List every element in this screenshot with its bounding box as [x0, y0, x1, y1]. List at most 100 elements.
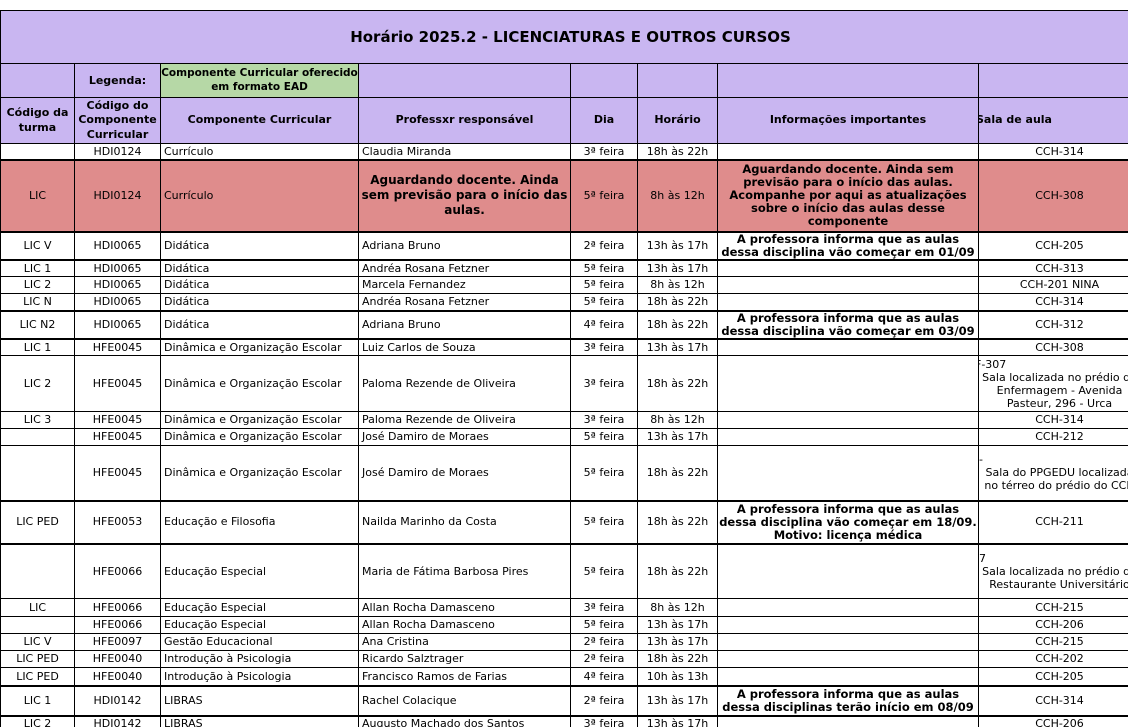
- cell-dia: 3ª feira: [571, 716, 638, 727]
- cell-sala: CCH-205: [979, 232, 1128, 260]
- cell-horario: 8h às 12h: [638, 160, 718, 232]
- cell-info: A professora informa que as aulas dessa …: [718, 232, 979, 260]
- cell-professor: Augusto Machado dos Santos: [359, 716, 571, 727]
- cell-sala: CCH-308: [979, 160, 1128, 232]
- cell-professor: José Damiro de Moraes: [359, 429, 571, 446]
- cell-turma: LIC 2: [1, 356, 75, 412]
- cell-dia: 5ª feira: [571, 160, 638, 232]
- cell-turma: LIC 1: [1, 260, 75, 277]
- cell-codigo: HFE0097: [75, 634, 161, 651]
- cell-professor: José Damiro de Moraes: [359, 446, 571, 501]
- cell-horario: 8h às 12h: [638, 277, 718, 294]
- cell-professor: Paloma Rezende de Oliveira: [359, 356, 571, 412]
- cell-dia: 5ª feira: [571, 260, 638, 277]
- cell-codigo: HFE0045: [75, 429, 161, 446]
- cell-componente: Currículo: [161, 144, 359, 160]
- sala-line: CCH-212: [979, 430, 1128, 443]
- cell-info: [718, 716, 979, 727]
- cell-turma: LIC: [1, 599, 75, 617]
- cell-horario: 18h às 22h: [638, 144, 718, 160]
- cell-horario: 18h às 22h: [638, 311, 718, 339]
- cell-componente: Dinâmica e Organização Escolar: [161, 356, 359, 412]
- cell-dia: 5ª feira: [571, 429, 638, 446]
- cell-horario: 13h às 17h: [638, 686, 718, 716]
- cell-codigo: HDI0124: [75, 160, 161, 232]
- sala-line: CCH-312: [979, 318, 1128, 331]
- table-row: LIC 1HDI0142LIBRASRachel Colacique2ª fei…: [1, 686, 1128, 716]
- cell-turma: LIC PED: [1, 668, 75, 686]
- cell-horario: 13h às 17h: [638, 232, 718, 260]
- column-header-professor: Professxr responsável: [359, 98, 571, 144]
- cell-dia: 3ª feira: [571, 599, 638, 617]
- cell-sala: CCH-312: [979, 311, 1128, 339]
- cell-professor: Andréa Rosana Fetzner: [359, 260, 571, 277]
- cell-codigo: HDI0065: [75, 311, 161, 339]
- cell-professor: Adriana Bruno: [359, 232, 571, 260]
- legend-ead-note: Componente Curricular oferecido em forma…: [161, 64, 359, 98]
- column-header-informacoes: Informações importantes: [718, 98, 979, 144]
- cell-info: [718, 599, 979, 617]
- cell-codigo: HFE0045: [75, 446, 161, 501]
- cell-codigo: HDI0065: [75, 260, 161, 277]
- cell-dia: 2ª feira: [571, 686, 638, 716]
- cell-horario: 18h às 22h: [638, 356, 718, 412]
- cell-info: [718, 668, 979, 686]
- table-row: LIC PEDHFE0040Introdução à PsicologiaRic…: [1, 651, 1128, 668]
- cell-info: [718, 294, 979, 311]
- cell-info: [718, 339, 979, 356]
- cell-codigo: HDI0124: [75, 144, 161, 160]
- cell-dia: 2ª feira: [571, 634, 638, 651]
- sala-line: F-307: [979, 358, 1128, 371]
- cell-turma: LIC PED: [1, 651, 75, 668]
- table-row: LICHDI0124CurrículoAguardando docente. A…: [1, 160, 1128, 232]
- cell-turma: [1, 544, 75, 599]
- legend-empty-cell: [571, 64, 638, 98]
- cell-horario: 8h às 12h: [638, 412, 718, 429]
- cell-componente: Introdução à Psicologia: [161, 668, 359, 686]
- cell-turma: LIC 2: [1, 277, 75, 294]
- cell-codigo: HFE0045: [75, 412, 161, 429]
- cell-turma: LIC N2: [1, 311, 75, 339]
- cell-sala: CCH-202: [979, 651, 1128, 668]
- cell-horario: 18h às 22h: [638, 446, 718, 501]
- cell-info: A professora informa que as aulas dessa …: [718, 686, 979, 716]
- sala-line: CCH-308: [979, 189, 1128, 202]
- cell-componente: Gestão Educacional: [161, 634, 359, 651]
- cell-info: [718, 446, 979, 501]
- table-row: HDI0124CurrículoClaudia Miranda3ª feira1…: [1, 144, 1128, 160]
- cell-componente: Dinâmica e Organização Escolar: [161, 446, 359, 501]
- cell-professor: Nailda Marinho da Costa: [359, 501, 571, 544]
- cell-componente: Dinâmica e Organização Escolar: [161, 339, 359, 356]
- table-row: LIC 2HDI0142LIBRASAugusto Machado dos Sa…: [1, 716, 1128, 727]
- cell-componente: Educação e Filosofia: [161, 501, 359, 544]
- cell-turma: LIC V: [1, 232, 75, 260]
- column-header-dia: Dia: [571, 98, 638, 144]
- cell-horario: 8h às 12h: [638, 599, 718, 617]
- column-header-codigo: Código do Componente Curricular: [75, 98, 161, 144]
- cell-dia: 5ª feira: [571, 277, 638, 294]
- table-row: LIC PEDHFE0040Introdução à PsicologiaFra…: [1, 668, 1128, 686]
- cell-info: [718, 544, 979, 599]
- cell-horario: 13h às 17h: [638, 634, 718, 651]
- cell-professor: Luiz Carlos de Souza: [359, 339, 571, 356]
- cell-sala: CCH-212: [979, 429, 1128, 446]
- sala-line: Sala localizada no prédio do Restaurante…: [979, 565, 1128, 591]
- cell-turma: [1, 446, 75, 501]
- cell-codigo: HFE0066: [75, 599, 161, 617]
- table-row: HFE0066Educação EspecialAllan Rocha Dama…: [1, 617, 1128, 634]
- table-row: LIC 2HDI0065DidáticaMarcela Fernandez5ª …: [1, 277, 1128, 294]
- cell-codigo: HFE0066: [75, 544, 161, 599]
- cell-turma: LIC V: [1, 634, 75, 651]
- sala-line: CCH-206: [979, 618, 1128, 631]
- column-header-componente: Componente Curricular: [161, 98, 359, 144]
- sala-line: CCH-205: [979, 670, 1128, 683]
- cell-sala: CCH-211: [979, 501, 1128, 544]
- cell-horario: 10h às 13h: [638, 668, 718, 686]
- cell-sala: CCH-215: [979, 599, 1128, 617]
- cell-sala: F-307Sala localizada no prédio da Enferm…: [979, 356, 1128, 412]
- cell-sala: CCH-308: [979, 339, 1128, 356]
- schedule-table: Horário 2025.2 - LICENCIATURAS E OUTROS …: [0, 10, 1128, 727]
- cell-info: Aguardando docente. Ainda sem previsão p…: [718, 160, 979, 232]
- cell-componente: Didática: [161, 294, 359, 311]
- sala-line: CCH-202: [979, 652, 1128, 665]
